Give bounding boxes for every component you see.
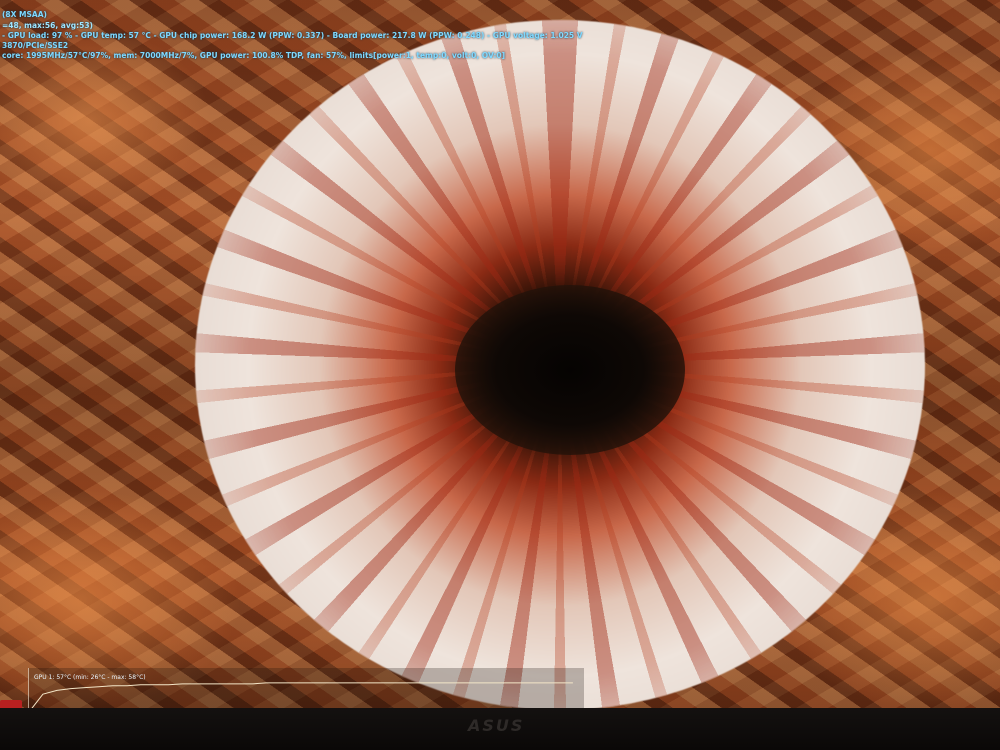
gpu-temp-graph: GPU 1: 57°C (min: 26°C - max: 58°C) xyxy=(28,668,584,708)
gpu-temp-series-line xyxy=(31,682,573,708)
gpu-temp-graph-label: GPU 1: 57°C (min: 26°C - max: 58°C) xyxy=(34,674,146,681)
render-core xyxy=(455,285,685,455)
osd-gpu-stats-line: - GPU load: 97 % - GPU temp: 57 °C - GPU… xyxy=(2,30,583,41)
osd-title-line: (8X MSAA) xyxy=(2,10,47,19)
benchmark-viewport: (8X MSAA) =48, max:56, avg:53) - GPU loa… xyxy=(0,0,1000,708)
monitor-brand-logo: ASUS xyxy=(468,716,525,735)
osd-gpu-stats-text: - GPU load: 97 % - GPU temp: 57 °C - GPU… xyxy=(2,31,583,40)
osd-clocks-line: core: 1995MHz/57°C/97%, mem: 7000MHz/7%,… xyxy=(2,51,506,60)
